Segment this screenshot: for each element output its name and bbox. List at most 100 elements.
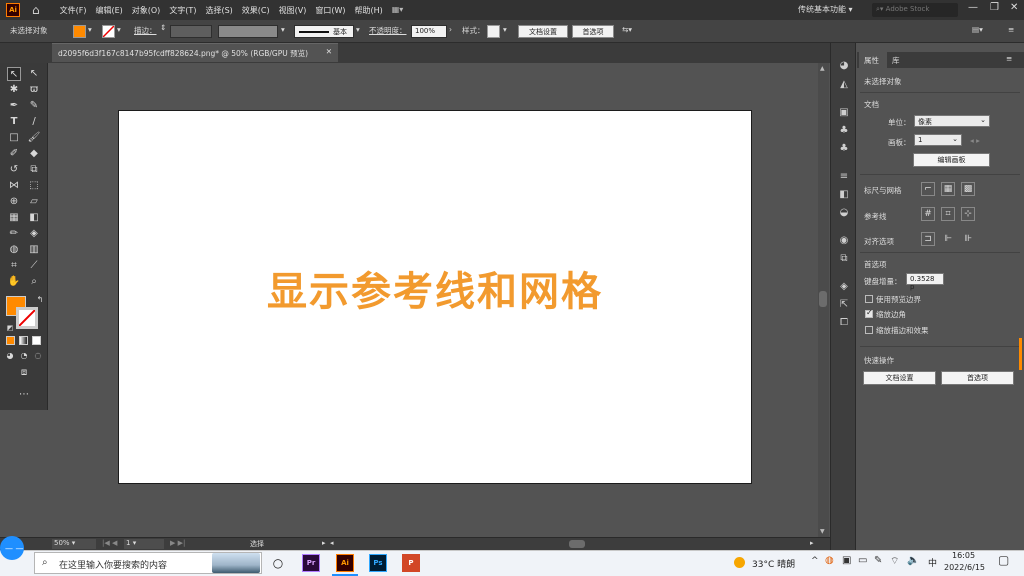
tab-properties[interactable]: 属性: [864, 55, 879, 66]
snap-to-point-icon[interactable]: ⊩: [941, 232, 955, 246]
layers-panel-icon[interactable]: ◈: [838, 281, 850, 293]
use-preview-bounds-checkbox[interactable]: [865, 295, 873, 303]
graphic-style-swatch[interactable]: [487, 25, 500, 38]
blend-tool-icon[interactable]: ◈: [27, 227, 41, 241]
rotate-tool-icon[interactable]: ↺: [7, 163, 21, 177]
network-icon[interactable]: ⌔: [890, 555, 899, 568]
mesh-tool-icon[interactable]: ▦: [7, 211, 21, 225]
zoom-tool-icon[interactable]: ⌕: [27, 275, 41, 289]
control-menu-icon[interactable]: ≡: [1008, 25, 1014, 34]
pen-input-icon[interactable]: ✎: [874, 555, 882, 566]
tray-app-icon[interactable]: ◍: [825, 555, 834, 566]
image-trace-icon[interactable]: ▣: [838, 107, 850, 119]
screen-mode-icon[interactable]: ⧈: [17, 366, 31, 380]
next-artboard-icon[interactable]: ▶ ▶|: [170, 539, 185, 547]
workspace-switcher[interactable]: 传统基本功能 ▾: [798, 4, 853, 15]
zoom-field[interactable]: 50% ▾: [52, 539, 96, 549]
color-guide-icon[interactable]: ◭: [838, 79, 850, 91]
hand-tool-icon[interactable]: ✋: [7, 275, 21, 289]
perspective-grid-tool-icon[interactable]: ▱: [27, 195, 41, 209]
artboard-headline[interactable]: 显示参考线和网格: [267, 259, 603, 317]
shape-builder-tool-icon[interactable]: ⊕: [7, 195, 21, 209]
status-menu-icon[interactable]: ▸: [322, 539, 326, 547]
color-panel-icon[interactable]: ◕: [838, 60, 850, 72]
arrange-documents-icon[interactable]: ▦▾: [392, 5, 404, 16]
stroke-dropdown-icon[interactable]: ▾: [117, 25, 121, 34]
selection-tool-icon[interactable]: ↖: [7, 67, 21, 81]
line-tool-icon[interactable]: /: [27, 115, 41, 129]
opacity-field[interactable]: 100%: [411, 25, 447, 38]
units-dropdown[interactable]: 像素 ⌄: [914, 115, 990, 127]
menu-object[interactable]: 对象(O): [132, 5, 161, 16]
preferences-button[interactable]: 首选项: [572, 25, 614, 38]
artboard-nav-icon[interactable]: ◂ ▸: [970, 136, 980, 145]
default-colors-icon[interactable]: ◩: [3, 321, 17, 335]
grid-icon[interactable]: ▦: [941, 182, 955, 196]
draw-normal-icon[interactable]: ◕: [3, 349, 17, 363]
rectangle-tool-icon[interactable]: □: [7, 131, 21, 145]
document-setup-button[interactable]: 文档设置: [518, 25, 568, 38]
brushes-icon[interactable]: ♣: [838, 125, 850, 137]
panel-menu-icon[interactable]: ▤▾: [972, 25, 983, 34]
slice-tool-icon[interactable]: ⟋: [27, 259, 41, 273]
tab-libraries[interactable]: 库: [892, 55, 900, 66]
transparency-grid-icon[interactable]: ▩: [961, 182, 975, 196]
horizontal-scroll-thumb[interactable]: [569, 540, 585, 548]
eyedropper-tool-icon[interactable]: ✏: [7, 227, 21, 241]
stroke-color-icon[interactable]: [16, 307, 38, 329]
scale-corners-checkbox[interactable]: [865, 308, 873, 318]
pen-tool-icon[interactable]: ✒: [7, 99, 21, 113]
close-tab-icon[interactable]: ✕: [326, 47, 332, 56]
hscroll-left-icon[interactable]: ◂: [330, 539, 334, 547]
photoshop-app-icon[interactable]: Ps: [369, 554, 387, 572]
quick-preferences-button[interactable]: 首选项: [941, 371, 1014, 385]
snap-to-pixel-icon[interactable]: ⊐: [921, 232, 935, 246]
stock-search-input[interactable]: ⌕▾ Adobe Stock: [872, 3, 958, 17]
menu-type[interactable]: 文字(T): [169, 5, 196, 16]
show-guides-icon[interactable]: #: [921, 207, 935, 221]
keyboard-increment-field[interactable]: 0.3528 p: [906, 273, 944, 291]
export-icon[interactable]: ⇱: [838, 299, 850, 311]
appearance-panel-icon[interactable]: ◉: [838, 235, 850, 247]
stroke-swatch[interactable]: [102, 25, 115, 38]
magic-wand-tool-icon[interactable]: ✱: [7, 83, 21, 97]
scroll-down-icon[interactable]: ▼: [820, 528, 825, 535]
home-icon[interactable]: ⌂: [32, 3, 40, 17]
none-mode-icon[interactable]: [32, 336, 41, 345]
ime-indicator[interactable]: 中: [928, 556, 937, 569]
stroke-weight-field[interactable]: [170, 25, 212, 38]
width-tool-icon[interactable]: ⋈: [7, 179, 21, 193]
first-artboard-icon[interactable]: |◀ ◀: [102, 539, 117, 547]
clock-time[interactable]: 16:05: [952, 551, 975, 560]
premiere-app-icon[interactable]: Pr: [302, 554, 320, 572]
gradient-tool-icon[interactable]: ◧: [27, 211, 41, 225]
lock-guides-icon[interactable]: ⌗: [941, 207, 955, 221]
transparency-panel-icon[interactable]: ◒: [838, 207, 850, 219]
color-mode-icon[interactable]: [6, 336, 15, 345]
curvature-tool-icon[interactable]: ✎: [27, 99, 41, 113]
artboard-number-field[interactable]: 1 ▾: [124, 539, 164, 549]
battery-icon[interactable]: ▭: [858, 555, 867, 566]
powerpoint-app-icon[interactable]: P: [402, 554, 420, 572]
paintbrush-tool-icon[interactable]: 🖌: [27, 131, 41, 145]
graph-tool-icon[interactable]: ▥: [27, 243, 41, 257]
eraser-tool-icon[interactable]: ◆: [27, 147, 41, 161]
artboards-panel-icon[interactable]: ⧠: [838, 317, 850, 329]
align-to-grid-icon[interactable]: ⊪: [961, 232, 975, 246]
graphic-styles-icon[interactable]: ⧉: [838, 253, 850, 265]
artboard-tool-icon[interactable]: ⌗: [7, 259, 21, 273]
symbol-sprayer-tool-icon[interactable]: ◍: [7, 243, 21, 257]
scale-tool-icon[interactable]: ⧉: [27, 163, 41, 177]
type-tool-icon[interactable]: T: [7, 115, 21, 129]
panel-menu-icon-2[interactable]: ≡: [1006, 54, 1012, 63]
brush-definition-field[interactable]: 基本: [294, 25, 354, 38]
draw-inside-icon[interactable]: ◌: [31, 349, 45, 363]
stroke-stepper[interactable]: ⇕: [160, 23, 166, 32]
menu-select[interactable]: 选择(S): [205, 5, 232, 16]
scroll-up-icon[interactable]: ▲: [820, 65, 825, 72]
direct-selection-tool-icon[interactable]: ↖: [27, 67, 41, 81]
document-tab[interactable]: d2095f6d3f167c8147b95fcdff828624.png* @ …: [52, 43, 338, 62]
symbols-icon[interactable]: ♣: [838, 143, 850, 155]
fill-swatch[interactable]: [73, 25, 86, 38]
stroke-panel-icon[interactable]: ≡: [838, 171, 850, 183]
